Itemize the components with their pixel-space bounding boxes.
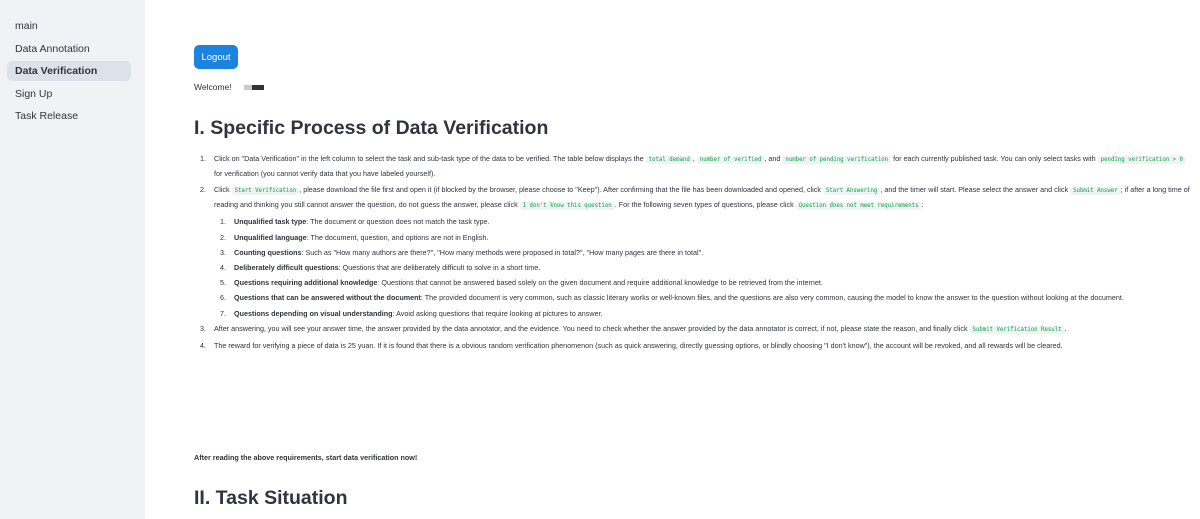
question-type-item: Deliberately difficult questions: Questi… (228, 261, 1192, 274)
main-content: Logout Welcome! I. Specific Process of D… (194, 0, 1190, 519)
code-dont-know: I don't know this question (519, 202, 615, 211)
sidebar: main Data Annotation Data Verification S… (0, 0, 145, 519)
step-item-4: The reward for verifying a piece of data… (208, 339, 1192, 352)
sidebar-item-data-verification[interactable]: Data Verification (7, 61, 131, 81)
closing-instruction: After reading the above requirements, st… (194, 453, 418, 462)
sidebar-item-sign-up[interactable]: Sign Up (7, 84, 131, 104)
welcome-text: Welcome! (194, 82, 232, 92)
code-question-not-meet: Question does not meet requirements (795, 202, 922, 211)
code-start-answering: Start Answering (822, 186, 881, 195)
code-number-pending: number of pending verification (782, 156, 892, 164)
code-start-verification: Start Verification (231, 186, 300, 195)
question-types-list: Unqualified task type: The document or q… (214, 215, 1192, 320)
question-type-item: Questions that can be answered without t… (228, 291, 1192, 304)
question-type-item: Unqualified task type: The document or q… (228, 215, 1192, 228)
step-item-2: Click Start Verification, please downloa… (208, 183, 1192, 320)
code-total-demand: total demand (645, 156, 693, 164)
question-type-item: Questions depending on visual understand… (228, 307, 1192, 320)
sidebar-item-data-annotation[interactable]: Data Annotation (7, 39, 131, 59)
question-type-item: Counting questions: Such as "How many au… (228, 246, 1192, 259)
code-number-verified: number of verified (696, 156, 765, 164)
question-type-item: Questions requiring additional knowledge… (228, 276, 1192, 289)
verification-steps-list: Click on "Data Verification" in the left… (194, 152, 1192, 354)
logout-button[interactable]: Logout (194, 45, 238, 69)
section-title-verification-process: I. Specific Process of Data Verification (194, 117, 549, 139)
code-submit-answer: Submit Answer (1070, 186, 1121, 195)
code-submit-verification-result: Submit Verification Result (969, 325, 1065, 334)
section-title-task-situation: II. Task Situation (194, 487, 348, 509)
sidebar-item-main[interactable]: main (7, 16, 131, 36)
step-item-3: After answering, you will see your answe… (208, 322, 1192, 337)
code-pending-gt-zero: pending verification > 0 (1097, 156, 1186, 164)
sidebar-item-task-release[interactable]: Task Release (7, 106, 131, 126)
step-item-1: Click on "Data Verification" in the left… (208, 152, 1192, 181)
welcome-message: Welcome! (194, 80, 264, 94)
question-type-item: Unqualified language: The document, ques… (228, 231, 1192, 244)
sidebar-nav: main Data Annotation Data Verification S… (0, 0, 145, 126)
redacted-username (243, 85, 264, 91)
